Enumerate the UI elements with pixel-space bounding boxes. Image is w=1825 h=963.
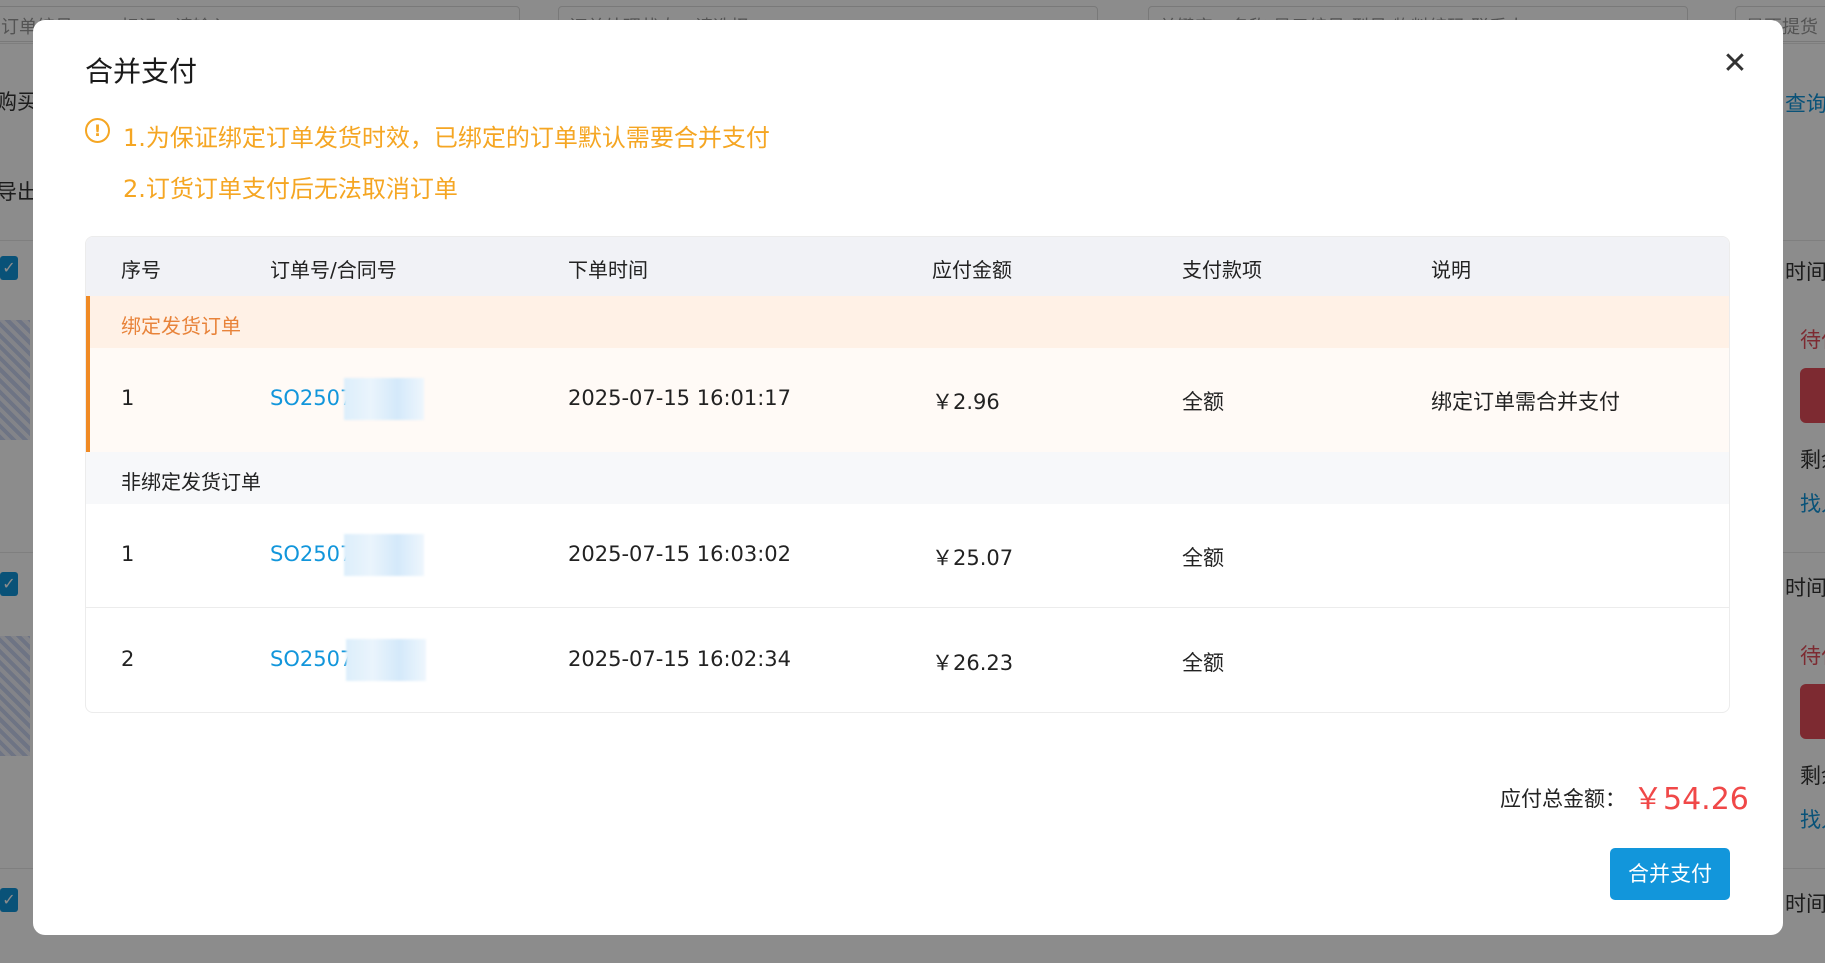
order-number-link[interactable]: SO2507 bbox=[270, 647, 353, 671]
unbound-group-label: 非绑定发货订单 bbox=[121, 470, 261, 494]
notice-line-2: 2.订货订单支付后无法取消订单 bbox=[123, 175, 458, 203]
order-number-link[interactable]: SO2507 bbox=[270, 386, 353, 410]
bound-group-label: 绑定发货订单 bbox=[121, 314, 241, 338]
table-row: 1 SO2507 2025-07-15 16:01:17 ￥2.96 全额 绑定… bbox=[86, 348, 1729, 452]
header-order-number: 订单号/合同号 bbox=[270, 258, 397, 282]
row-index: 1 bbox=[121, 542, 135, 566]
order-amount: ￥2.96 bbox=[932, 390, 1000, 414]
order-amount: ￥26.23 bbox=[932, 651, 1014, 675]
row-index: 2 bbox=[121, 647, 135, 671]
dialog-title: 合并支付 bbox=[85, 55, 198, 88]
warning-circle-icon: ! bbox=[85, 118, 110, 143]
table-row: 2 SO2507 2025-07-15 16:02:34 ￥26.23 全额 bbox=[86, 609, 1729, 712]
header-amount: 应付金额 bbox=[932, 258, 1012, 282]
merge-pay-button[interactable]: 合并支付 bbox=[1610, 848, 1730, 900]
payment-item: 全额 bbox=[1182, 651, 1224, 675]
order-time: 2025-07-15 16:02:34 bbox=[568, 647, 792, 671]
header-note: 说明 bbox=[1431, 258, 1471, 282]
total-amount-value: ￥54.26 bbox=[1633, 782, 1749, 817]
close-icon[interactable]: ✕ bbox=[1717, 46, 1753, 82]
table-header: 序号 订单号/合同号 下单时间 应付金额 支付款项 说明 bbox=[86, 237, 1729, 296]
header-index: 序号 bbox=[121, 258, 161, 282]
redacted-order-suffix bbox=[346, 639, 426, 681]
redacted-order-suffix bbox=[344, 378, 424, 420]
order-number-link[interactable]: SO2507 bbox=[270, 542, 353, 566]
bound-group-header: 绑定发货订单 bbox=[86, 296, 1729, 348]
payment-item: 全额 bbox=[1182, 390, 1224, 414]
bound-group-accent-bar bbox=[86, 296, 90, 452]
order-time: 2025-07-15 16:03:02 bbox=[568, 542, 792, 566]
notice-line-1: 1.为保证绑定订单发货时效，已绑定的订单默认需要合并支付 bbox=[123, 124, 770, 152]
merge-payment-dialog: 合并支付 ✕ ! 1.为保证绑定订单发货时效，已绑定的订单默认需要合并支付 2.… bbox=[33, 20, 1783, 935]
unbound-group-header: 非绑定发货订单 bbox=[86, 452, 1729, 504]
order-amount: ￥25.07 bbox=[932, 546, 1014, 570]
header-order-time: 下单时间 bbox=[568, 258, 648, 282]
total-amount-label: 应付总金额： bbox=[1500, 787, 1626, 811]
table-row: 1 SO2507 2025-07-15 16:03:02 ￥25.07 全额 bbox=[86, 504, 1729, 608]
row-index: 1 bbox=[121, 386, 135, 410]
redacted-order-suffix bbox=[344, 534, 424, 576]
payment-item: 全额 bbox=[1182, 546, 1224, 570]
header-payment-item: 支付款项 bbox=[1182, 258, 1262, 282]
order-time: 2025-07-15 16:01:17 bbox=[568, 386, 792, 410]
order-note: 绑定订单需合并支付 bbox=[1431, 390, 1620, 414]
orders-table: 序号 订单号/合同号 下单时间 应付金额 支付款项 说明 绑定发货订单 1 SO… bbox=[85, 236, 1730, 713]
